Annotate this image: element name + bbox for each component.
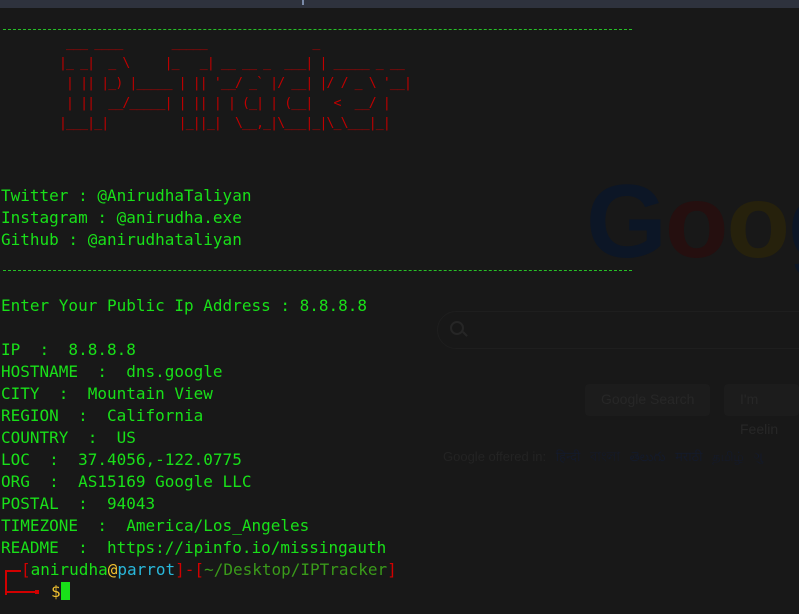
language-link[interactable]: मराठी: [675, 449, 702, 464]
search-icon: [450, 321, 464, 335]
result-postal: POSTAL : 94043: [1, 494, 156, 513]
result-timezone: TIMEZONE : America/Los_Angeles: [1, 516, 310, 535]
prompt-dash: -: [184, 560, 195, 579]
language-link[interactable]: ગુ: [754, 449, 764, 464]
logo-letter: o: [726, 164, 790, 280]
prompt-path: ~/Desktop/IPTracker: [204, 560, 388, 579]
language-link[interactable]: தமிழ்: [712, 449, 744, 464]
command-line[interactable]: $: [51, 581, 70, 603]
bracket: [: [21, 560, 31, 579]
result-ip: IP : 8.8.8.8: [1, 340, 136, 359]
google-offered-in: Google offered in: हिन्दी বাংলা తెలుగు म…: [443, 447, 763, 469]
result-loc: LOC : 37.4056,-122.0775: [1, 450, 242, 469]
language-link[interactable]: বাংলা: [590, 449, 620, 464]
feeling-lucky-button[interactable]: I'm Feelin: [724, 384, 799, 437]
result-country: COUNTRY : US: [1, 428, 136, 447]
logo-letter: g: [788, 164, 799, 280]
shell-prompt: [anirudha@parrot]-[~/Desktop/IPTracker]: [21, 559, 397, 581]
prompt-host: parrot: [117, 560, 176, 579]
language-link[interactable]: हिन्दी: [556, 449, 581, 464]
result-org: ORG : AS15169 Google LLC: [1, 472, 252, 491]
bracket: ]: [175, 560, 185, 579]
bracket: [: [194, 560, 205, 579]
prompt-symbol: $: [51, 582, 61, 601]
twitter-handle: Twitter : @AnirudhaTaliyan: [1, 186, 252, 205]
text-cursor: [60, 582, 70, 600]
result-region: REGION : California: [1, 406, 204, 425]
github-handle: Github : @anirudhataliyan: [1, 230, 242, 249]
prompt-frame-arrow: [5, 591, 35, 593]
divider-bottom: [3, 270, 632, 271]
prompt-user: anirudha: [30, 560, 108, 579]
iptracker-ascii-banner: ___ ____ _____ _ |_ _| _ \ |_ _| __ __ _…: [59, 36, 412, 131]
result-hostname: HOSTNAME : dns.google: [1, 362, 223, 381]
logo-letter: o: [664, 164, 729, 280]
logo-letter: G: [586, 164, 667, 280]
language-link[interactable]: తెలుగు: [630, 449, 666, 464]
result-readme: README : https://ipinfo.io/missingauth: [1, 538, 387, 557]
divider-top: [3, 29, 632, 30]
google-search-box[interactable]: [437, 311, 799, 349]
prompt-frame-dot: [35, 590, 39, 594]
instagram-handle: Instagram : @anirudha.exe: [1, 208, 242, 227]
google-logo: Goog: [586, 170, 799, 274]
window-top-bar: [0, 0, 799, 8]
tab-marker: [302, 0, 304, 5]
bracket: ]: [387, 560, 397, 579]
ip-input-prompt: Enter Your Public Ip Address : 8.8.8.8: [1, 296, 368, 315]
google-search-button[interactable]: Google Search: [585, 384, 711, 416]
result-city: CITY : Mountain View: [1, 384, 213, 403]
offered-label: Google offered in:: [443, 449, 547, 464]
prompt-at: @: [107, 560, 118, 579]
